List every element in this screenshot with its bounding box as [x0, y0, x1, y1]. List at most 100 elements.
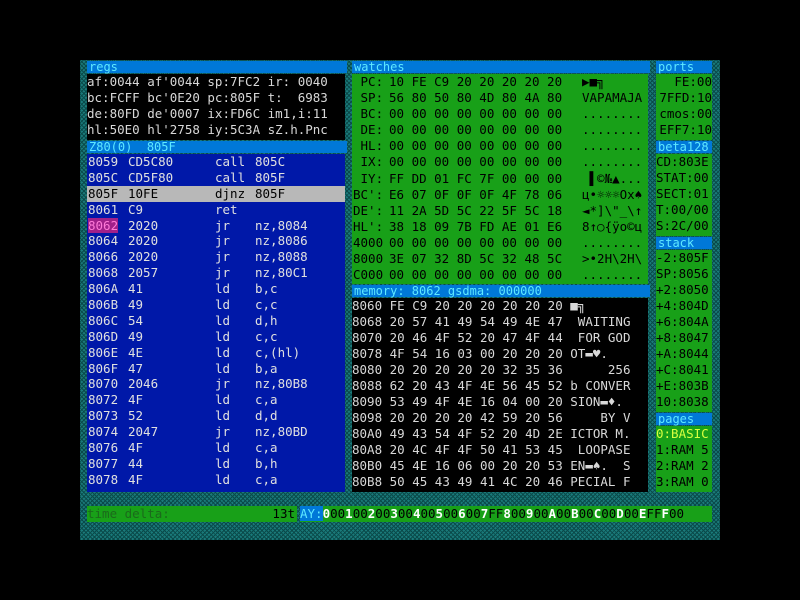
disasm-row[interactable]: 8059 CD5C80 call 805C [87, 154, 345, 170]
ports-panel[interactable]: FE:00 7FFD:10 cmos:00 EFF7:10 [656, 74, 712, 140]
disasm-row[interactable]: 806B 49 ld c,c [87, 297, 345, 313]
memory-row[interactable]: 8088 62 20 43 4F 4E 56 45 52 b CONVER [352, 378, 648, 394]
ay-register-value[interactable]: 00 [330, 506, 345, 521]
memory-row[interactable]: 80B8 50 45 43 49 41 4C 20 46 PECIAL F [352, 474, 648, 490]
page-line[interactable]: 1:RAM 5 [656, 442, 712, 458]
watch-row[interactable]: SP: 56 80 50 80 4D 80 4A 80 VAPAMAJA [352, 90, 648, 106]
disasm-row[interactable]: 8077 44 ld b,h [87, 456, 345, 472]
watch-row[interactable]: BC': E6 07 0F 0F 0F 4F 78 06 ц•☼☼☼Ox♠ [352, 187, 648, 203]
ay-register-value[interactable]: 00 [624, 506, 639, 521]
watch-row[interactable]: IX: 00 00 00 00 00 00 00 00........ [352, 154, 648, 170]
watch-row[interactable]: DE: 00 00 00 00 00 00 00 00........ [352, 122, 648, 138]
watch-row[interactable]: 4000 00 00 00 00 00 00 00 00........ [352, 235, 648, 251]
port-line[interactable]: 7FFD:10 [656, 90, 712, 106]
disasm-row[interactable]: 8078 4F ld c,a [87, 472, 345, 488]
ay-register-value[interactable]: 00 [669, 506, 684, 521]
disasm-row[interactable]: 8073 52 ld d,d [87, 408, 345, 424]
watch-row[interactable]: BC: 00 00 00 00 00 00 00 00........ [352, 106, 648, 122]
disasm-row[interactable]: 8072 4F ld c,a [87, 392, 345, 408]
stack-panel[interactable]: -2:805F SP:8056 +2:8050 +4:804D +6:804A +8:80… [656, 250, 712, 412]
disasm-row[interactable]: 806A 41 ld b,c [87, 281, 345, 297]
ay-register-value[interactable]: 00 [579, 506, 594, 521]
register-line[interactable]: hl:50E0 hl'2758 iy:5C3A sZ.h.Pnc [87, 122, 345, 138]
stack-line[interactable]: 10:8038 [656, 394, 712, 410]
port-line[interactable]: EFF7:10 [656, 122, 712, 138]
ay-register-value[interactable]: 00 [420, 506, 435, 521]
memory-row[interactable]: 80A8 20 4C 4F 4F 50 41 53 45 LOOPASE [352, 442, 648, 458]
watch-ascii: ........ [582, 154, 643, 170]
disasm-row[interactable]: 805F 10FE djnz 805F [87, 185, 345, 202]
ay-register-value[interactable]: 00 [511, 506, 526, 521]
memory-row[interactable]: 8070 20 46 4F 52 20 47 4F 44 FOR GOD [352, 330, 648, 346]
ay-register-value[interactable]: 00 [375, 506, 390, 521]
stack-line[interactable]: SP:8056 [656, 266, 712, 282]
beta128-line[interactable]: STAT:00 [656, 170, 712, 186]
port-line[interactable]: FE:00 [656, 74, 712, 90]
disasm-row[interactable]: 8061 C9 ret [87, 202, 345, 218]
disasm-row[interactable]: 8066 2020 jr nz,8088 [87, 249, 345, 265]
disassembly-panel[interactable]: 8059 CD5C80 call 805C 805C CD5F80 call 805F 805F… [87, 154, 345, 492]
ay-registers-bar[interactable]: AY:0001002003004005006007FF800900A00B00C… [300, 506, 712, 522]
memory-row[interactable]: 80B0 45 4E 16 06 00 20 20 53 EN▬♠. S [352, 458, 648, 474]
memory-row[interactable]: 8060 FE C9 20 20 20 20 20 20 ■╗ [352, 298, 648, 314]
disasm-row[interactable]: 8068 2057 jr nz,80C1 [87, 265, 345, 281]
ay-register-value[interactable]: 00 [466, 506, 481, 521]
stack-line[interactable]: +A:8044 [656, 346, 712, 362]
disasm-row[interactable]: 806C 54 ld d,h [87, 313, 345, 329]
beta128-line[interactable]: CD:803E [656, 154, 712, 170]
page-line[interactable]: 3:RAM 0 [656, 474, 712, 490]
stack-line[interactable]: +6:804A [656, 314, 712, 330]
port-line[interactable]: cmos:00 [656, 106, 712, 122]
registers-panel[interactable]: af:0044 af'0044 sp:7FC2 ir: 0040 bc:FCFF … [87, 74, 345, 140]
memory-row[interactable]: 8090 53 49 4F 4E 16 04 00 20 SION▬♦. [352, 394, 648, 410]
page-line[interactable]: 2:RAM 2 [656, 458, 712, 474]
disasm-row[interactable]: 8070 2046 jr nz,80B8 [87, 376, 345, 392]
disasm-row[interactable]: 8064 2020 jr nz,8086 [87, 233, 345, 249]
disasm-row[interactable]: 806E 4E ld c,(hl) [87, 345, 345, 361]
beta128-line[interactable]: SECT:01 [656, 186, 712, 202]
disasm-row[interactable]: 8062 2020 jr nz,8084 [87, 217, 345, 234]
cpu-label: Z80(0) [89, 140, 133, 154]
register-line[interactable]: de:80FD de'0007 ix:FD6C im1,i:11 [87, 106, 345, 122]
watch-row[interactable]: HL': 38 18 09 7B FD AE 01 E6 8↑○{ÿo©ц [352, 219, 648, 235]
watch-row[interactable]: IY: FF DD 01 FC 7F 00 00 00 ▌©№▲... [352, 171, 648, 187]
watch-row[interactable]: PC: 10 FE C9 20 20 20 20 20 ▶■╗ [352, 74, 648, 90]
stack-line[interactable]: +E:803B [656, 378, 712, 394]
ay-register-value[interactable]: 00 [556, 506, 571, 521]
pages-panel[interactable]: 0:BASIC 1:RAM 5 2:RAM 2 3:RAM 0 [656, 426, 712, 492]
ay-register-value[interactable]: 00 [533, 506, 548, 521]
stack-line[interactable]: +4:804D [656, 298, 712, 314]
ay-register-value[interactable]: 00 [353, 506, 368, 521]
ay-register-value[interactable]: 00 [398, 506, 413, 521]
ay-register-value[interactable]: FF [646, 506, 661, 521]
stack-line[interactable]: +8:8047 [656, 330, 712, 346]
watch-row[interactable]: HL: 00 00 00 00 00 00 00 00........ [352, 138, 648, 154]
watch-row[interactable]: DE': 11 2A 5D 5C 22 5F 5C 18 ◄*]\"_\↑ [352, 203, 648, 219]
memory-row[interactable]: 80A0 49 43 54 4F 52 20 4D 2E ICTOR M. [352, 426, 648, 442]
disasm-row[interactable]: 806D 49 ld c,c [87, 329, 345, 345]
stack-line[interactable]: -2:805F [656, 250, 712, 266]
disasm-row[interactable]: 8074 2047 jr nz,80BD [87, 424, 345, 440]
stack-line[interactable]: +C:8041 [656, 362, 712, 378]
register-line[interactable]: af:0044 af'0044 sp:7FC2 ir: 0040 [87, 74, 345, 90]
beta128-line[interactable]: T:00/00 [656, 202, 712, 218]
disasm-row[interactable]: 806F 47 ld b,a [87, 361, 345, 377]
memory-panel[interactable]: 8060 FE C9 20 20 20 20 20 20 ■╗ 8068 20 … [352, 298, 648, 492]
memory-row[interactable]: 8068 20 57 41 49 54 49 4E 47 WAITING [352, 314, 648, 330]
watch-row[interactable]: C000 00 00 00 00 00 00 00 00........ [352, 267, 648, 283]
page-line[interactable]: 0:BASIC [656, 426, 712, 442]
disasm-row[interactable]: 805C CD5F80 call 805F [87, 170, 345, 186]
memory-row[interactable]: 8080 20 20 20 20 20 32 35 36 256 [352, 362, 648, 378]
beta128-panel[interactable]: CD:803E STAT:00 SECT:01 T:00/00 S:2C/00 [656, 154, 712, 236]
ay-register-value[interactable]: 00 [443, 506, 458, 521]
memory-row[interactable]: 8098 20 20 20 20 42 59 20 56 BY V [352, 410, 648, 426]
watch-row[interactable]: 8000 3E 07 32 8D 5C 32 48 5C >•2H\2H\ [352, 251, 648, 267]
stack-line[interactable]: +2:8050 [656, 282, 712, 298]
ay-register-value[interactable]: 00 [601, 506, 616, 521]
watches-panel[interactable]: PC: 10 FE C9 20 20 20 20 20 ▶■╗ SP: 56 80 5… [352, 74, 648, 284]
beta128-line[interactable]: S:2C/00 [656, 218, 712, 234]
disasm-row[interactable]: 8076 4F ld c,a [87, 440, 345, 456]
register-line[interactable]: bc:FCFF bc'0E20 pc:805F t: 6983 [87, 90, 345, 106]
ay-register-value[interactable]: FF [488, 506, 503, 521]
memory-row[interactable]: 8078 4F 54 16 03 00 20 20 20 OT▬♥. [352, 346, 648, 362]
